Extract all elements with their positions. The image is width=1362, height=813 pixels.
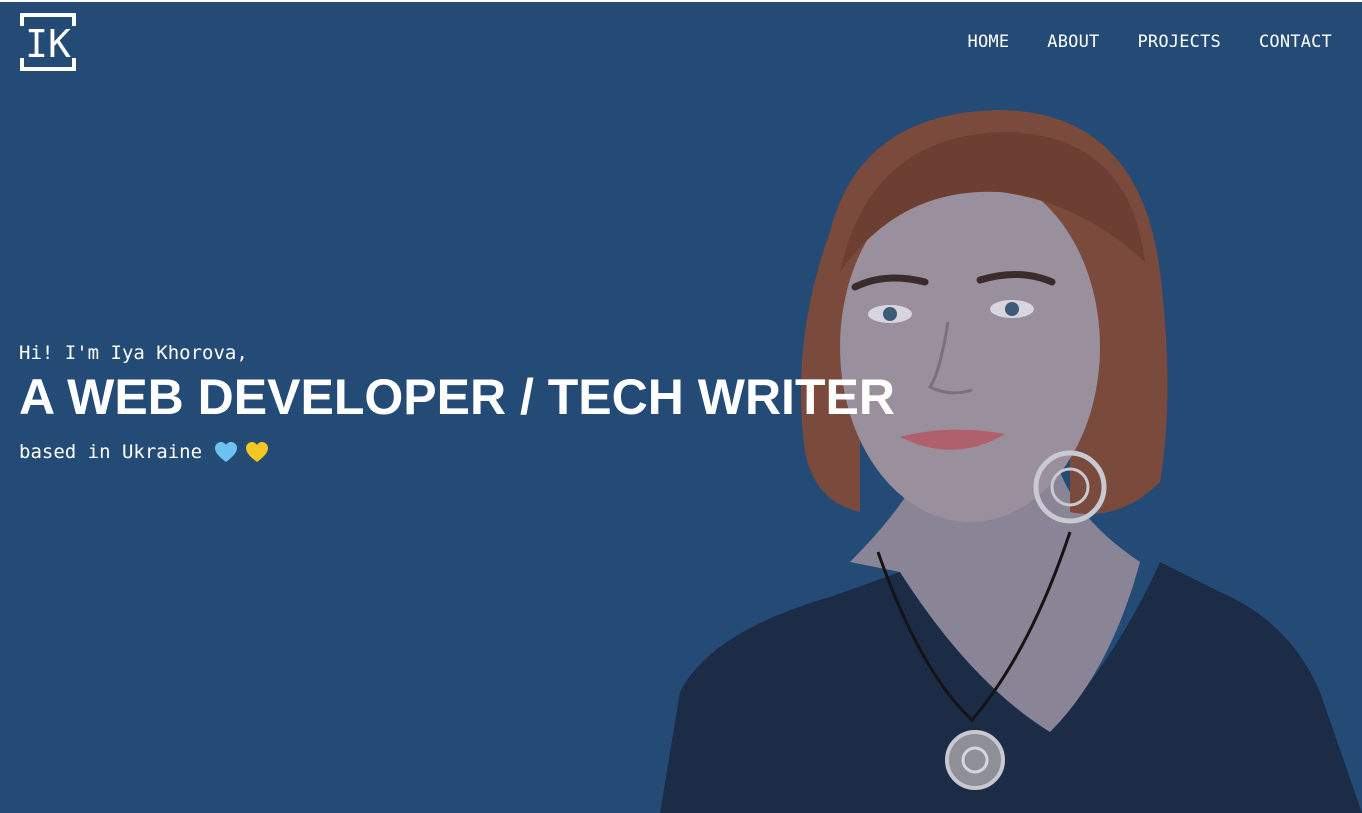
hero-intro: Hi! I'm Iya Khorova, A WEB DEVELOPER / T… [19,342,895,463]
hero-section: IK HOME ABOUT PROJECTS CONTACT Hi! I'm I… [0,2,1362,813]
main-nav: HOME ABOUT PROJECTS CONTACT [968,32,1332,52]
yellow-heart-icon [246,442,269,462]
logo-text: IK [25,22,71,66]
greeting-text: Hi! I'm Iya Khorova, [19,342,248,364]
nav-contact-link[interactable]: CONTACT [1259,32,1332,52]
nav-home-link[interactable]: HOME [968,32,1010,52]
site-logo[interactable]: IK [19,12,77,72]
nav-about-link[interactable]: ABOUT [1047,32,1099,52]
hero-headline: A WEB DEVELOPER / TECH WRITER [19,369,895,425]
blue-heart-icon [215,442,238,462]
nav-projects-link[interactable]: PROJECTS [1137,32,1220,52]
flag-hearts [214,441,269,463]
location-line: based in Ukraine [19,441,895,463]
location-text: based in Ukraine [19,441,203,463]
